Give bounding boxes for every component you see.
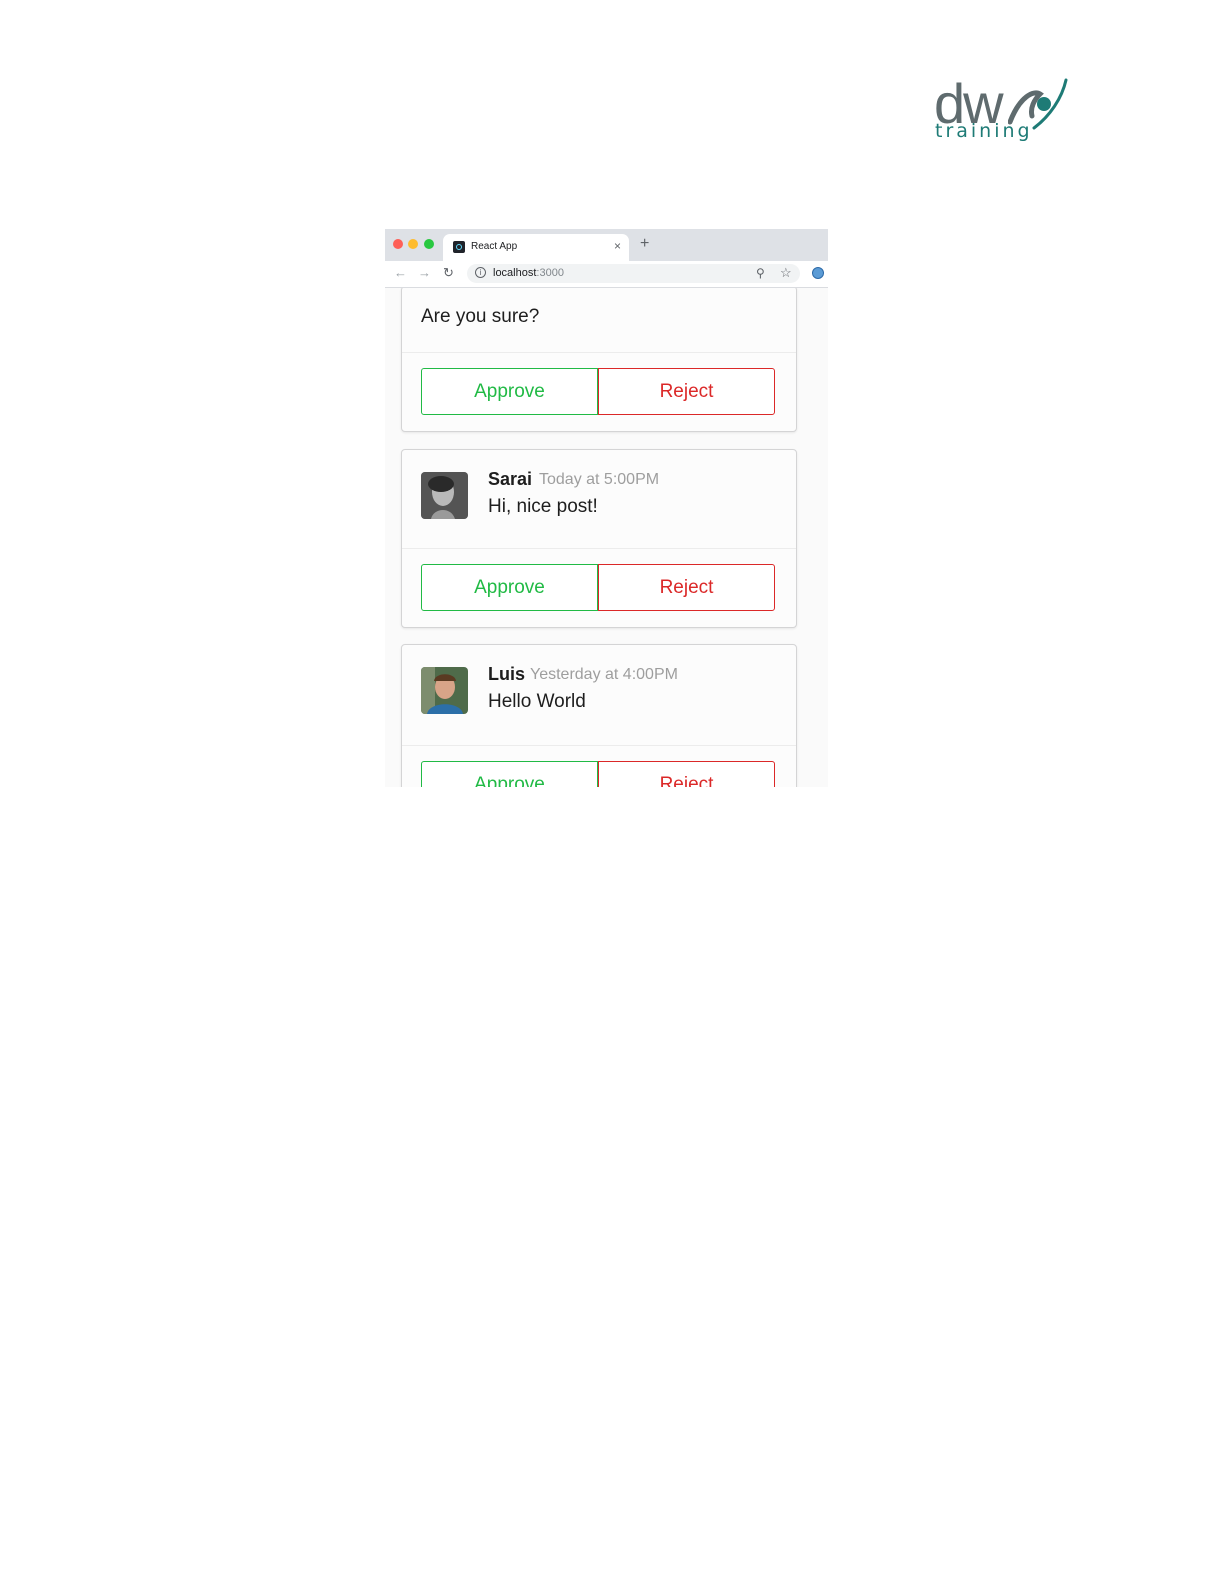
zoom-icon[interactable]: ⚲	[756, 266, 765, 280]
reject-button[interactable]: Reject	[598, 368, 775, 415]
avatar	[421, 472, 468, 519]
site-info-icon[interactable]: i	[475, 267, 486, 278]
page-viewport: Are you sure? Approve Reject Sarai Today…	[385, 288, 828, 787]
comment-timestamp: Yesterday at 4:00PM	[530, 666, 678, 683]
tab-close-icon[interactable]: ×	[614, 239, 621, 253]
logo-subtitle: training	[935, 120, 1033, 142]
reload-icon[interactable]: ↻	[443, 265, 454, 281]
dw-training-logo: dw training	[930, 74, 1070, 150]
confirm-card-actions: Approve Reject	[402, 353, 796, 431]
url-host: localhost	[493, 267, 537, 279]
browser-window: React App × + ← → ↻ i localhost:3000 ⚲ ☆…	[385, 229, 828, 787]
tab-bar: React App × +	[385, 229, 828, 261]
comment-timestamp: Today at 5:00PM	[539, 471, 660, 488]
tab-title: React App	[471, 241, 518, 252]
confirm-question: Are you sure?	[421, 306, 540, 327]
comment-content: Sarai Today at 5:00PM Hi, nice post!	[402, 450, 796, 549]
maximize-window-button[interactable]	[424, 239, 434, 249]
confirm-card-content: Are you sure?	[402, 288, 796, 353]
new-tab-button[interactable]: +	[640, 235, 649, 253]
comment-actions: Approve Reject	[402, 746, 796, 787]
comment-author[interactable]: Luis	[488, 664, 525, 685]
tab-react-app[interactable]: React App ×	[443, 234, 629, 261]
back-arrow-icon[interactable]: ←	[394, 265, 407, 280]
avatar	[421, 667, 468, 714]
approve-button[interactable]: Approve	[421, 368, 598, 415]
approve-button[interactable]: Approve	[421, 761, 598, 787]
comment-card: Sarai Today at 5:00PM Hi, nice post! App…	[401, 449, 797, 628]
comment-actions: Approve Reject	[402, 549, 796, 627]
minimize-window-button[interactable]	[408, 239, 418, 249]
comment-text: Hi, nice post!	[488, 496, 598, 517]
address-bar[interactable]: i localhost:3000 ⚲ ☆	[467, 264, 800, 283]
react-favicon-icon	[453, 241, 465, 253]
confirm-card: Are you sure? Approve Reject	[401, 288, 797, 432]
reject-button[interactable]: Reject	[598, 761, 775, 787]
url-port: :3000	[536, 267, 564, 279]
extension-icon[interactable]	[812, 267, 824, 279]
bookmark-star-icon[interactable]: ☆	[780, 265, 792, 281]
close-window-button[interactable]	[393, 239, 403, 249]
reject-button[interactable]: Reject	[598, 564, 775, 611]
comment-text: Hello World	[488, 691, 586, 712]
forward-arrow-icon[interactable]: →	[418, 265, 431, 280]
comment-card: Luis Yesterday at 4:00PM Hello World App…	[401, 644, 797, 787]
comment-content: Luis Yesterday at 4:00PM Hello World	[402, 645, 796, 746]
browser-toolbar: ← → ↻ i localhost:3000 ⚲ ☆	[385, 261, 828, 288]
approve-button[interactable]: Approve	[421, 564, 598, 611]
comment-author[interactable]: Sarai	[488, 469, 532, 490]
address-url: localhost:3000	[493, 267, 564, 279]
